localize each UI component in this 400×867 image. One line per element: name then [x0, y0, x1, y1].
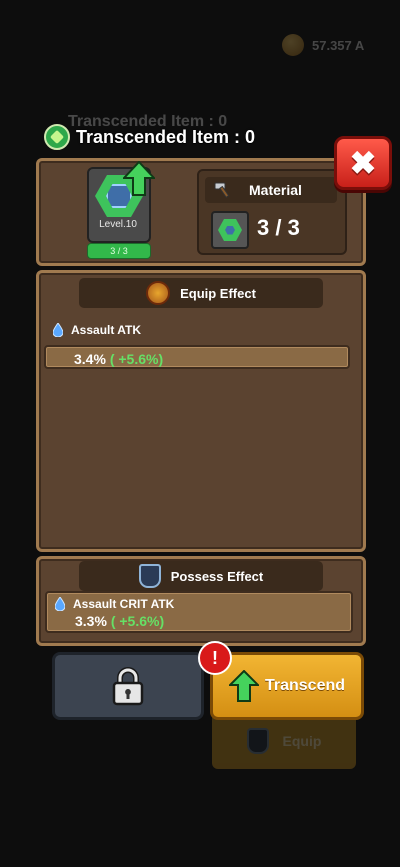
item-card[interactable]: Level.10 3 / 3 — [87, 161, 155, 259]
material-label: Material — [249, 182, 302, 198]
item-progress-bar: 3 / 3 — [87, 243, 151, 259]
possess-stat-bonus: ( +5.6%) — [110, 613, 165, 629]
shield-icon — [246, 728, 269, 754]
upgrade-arrow-icon — [123, 161, 155, 196]
hammer-icon — [214, 182, 230, 199]
item-panel: Level.10 3 / 3 Material 3 / 3 — [36, 158, 366, 266]
possess-stat-name: Assault CRIT ATK — [55, 597, 174, 611]
item-level: Level.10 — [99, 219, 137, 230]
equip-effect-panel: Equip Effect Assault ATK 3.4% ( +5.6%) — [36, 270, 366, 552]
equip-stat-value: 3.4% — [74, 351, 106, 367]
possess-stat-value: 3.3% — [75, 613, 107, 629]
background-equip-button: Equip — [212, 713, 356, 769]
background-equip-label: Equip — [282, 733, 322, 749]
gold-counter: 57.357 A — [282, 34, 364, 56]
equip-stat-label: Assault ATK — [71, 323, 142, 337]
alert-badge-icon: ! — [198, 641, 232, 675]
possess-stat-box: Assault CRIT ATK 3.3% ( +5.6%) — [45, 591, 353, 633]
material-header: Material — [205, 177, 337, 203]
equip-effect-header: Equip Effect — [79, 278, 323, 308]
lock-button[interactable] — [52, 652, 204, 720]
close-button[interactable]: ✖ — [334, 136, 392, 190]
shield-badge-icon — [138, 564, 161, 588]
equip-effect-title: Equip Effect — [180, 285, 256, 301]
upgrade-arrow-icon — [228, 670, 259, 702]
material-gem-icon[interactable] — [211, 211, 249, 249]
possess-effect-header: Possess Effect — [79, 561, 323, 591]
popup-header: Transcended Item : 0 — [44, 124, 255, 150]
equip-stat-value-bar: 3.4% ( +5.6%) — [44, 345, 350, 369]
possess-effect-panel: Possess Effect Assault CRIT ATK 3.3% ( +… — [36, 556, 366, 646]
material-box: Material 3 / 3 — [197, 169, 347, 255]
water-drop-icon — [55, 597, 65, 611]
page-title: Transcended Item : 0 — [76, 126, 256, 147]
close-icon: ✖ — [349, 145, 377, 181]
transcend-label: Transcend — [264, 677, 346, 694]
medal-icon — [146, 281, 171, 305]
possess-effect-title: Possess Effect — [170, 568, 264, 584]
possess-stat-label: Assault CRIT ATK — [73, 597, 175, 611]
gem-badge-icon — [44, 124, 70, 150]
material-count: 3 / 3 — [257, 215, 300, 240]
padlock-icon — [112, 667, 144, 706]
transcend-button[interactable]: Transcend — [210, 652, 364, 720]
equip-stat-name: Assault ATK — [53, 323, 141, 337]
gold-amount: 57.357 A — [312, 37, 365, 53]
equip-stat-bonus: ( +5.6%) — [109, 351, 164, 367]
water-drop-icon — [53, 323, 63, 337]
gold-coin-icon — [282, 34, 304, 56]
possess-stat-values: 3.3% ( +5.6%) — [75, 613, 164, 629]
